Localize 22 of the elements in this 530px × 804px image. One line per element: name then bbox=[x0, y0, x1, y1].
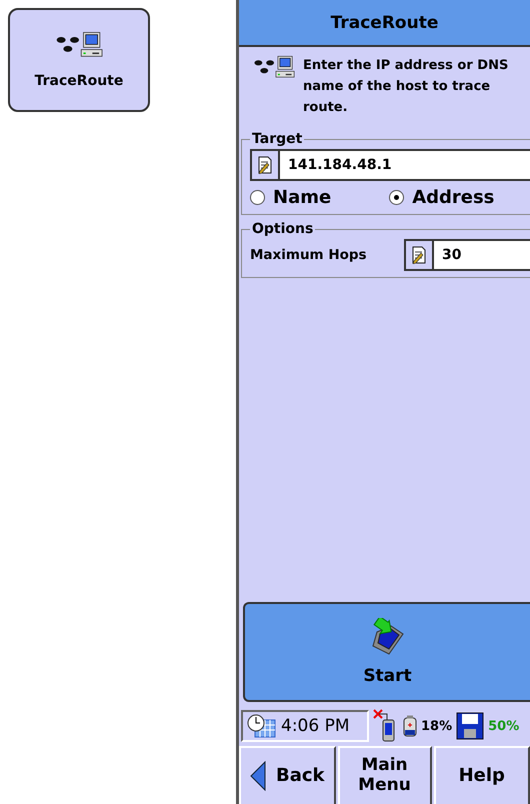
clock-display[interactable]: 4:06 PM bbox=[241, 710, 369, 742]
battery-icon bbox=[403, 715, 417, 737]
trace-route-tile[interactable]: TraceRoute bbox=[8, 8, 150, 112]
menu-button[interactable]: Help bbox=[434, 746, 530, 804]
group-label: Options bbox=[251, 221, 314, 237]
start-button[interactable]: Start bbox=[243, 602, 530, 702]
instruction-text: Enter the IP address or DNS name of the host to trace route. bbox=[303, 57, 510, 117]
radio-option[interactable]: Address bbox=[389, 187, 494, 208]
left-arrow-icon bbox=[250, 761, 266, 791]
hops-field[interactable]: 30 bbox=[404, 239, 530, 271]
edit-icon bbox=[257, 156, 273, 174]
address-field[interactable]: 141.184.48.1 bbox=[250, 149, 530, 181]
window-title: TraceRoute bbox=[239, 0, 530, 47]
field-label: Maximum Hops bbox=[250, 247, 367, 263]
storage-percent: 50% bbox=[488, 718, 520, 734]
menu-button[interactable]: Main Menu bbox=[338, 746, 432, 804]
group-label: Target bbox=[251, 131, 304, 147]
edit-icon bbox=[411, 246, 427, 264]
battery-percent: 18% bbox=[421, 718, 452, 734]
back-button[interactable]: Back bbox=[239, 746, 336, 804]
radio-option[interactable]: Name bbox=[250, 187, 332, 208]
clock-calendar-icon bbox=[247, 714, 277, 738]
